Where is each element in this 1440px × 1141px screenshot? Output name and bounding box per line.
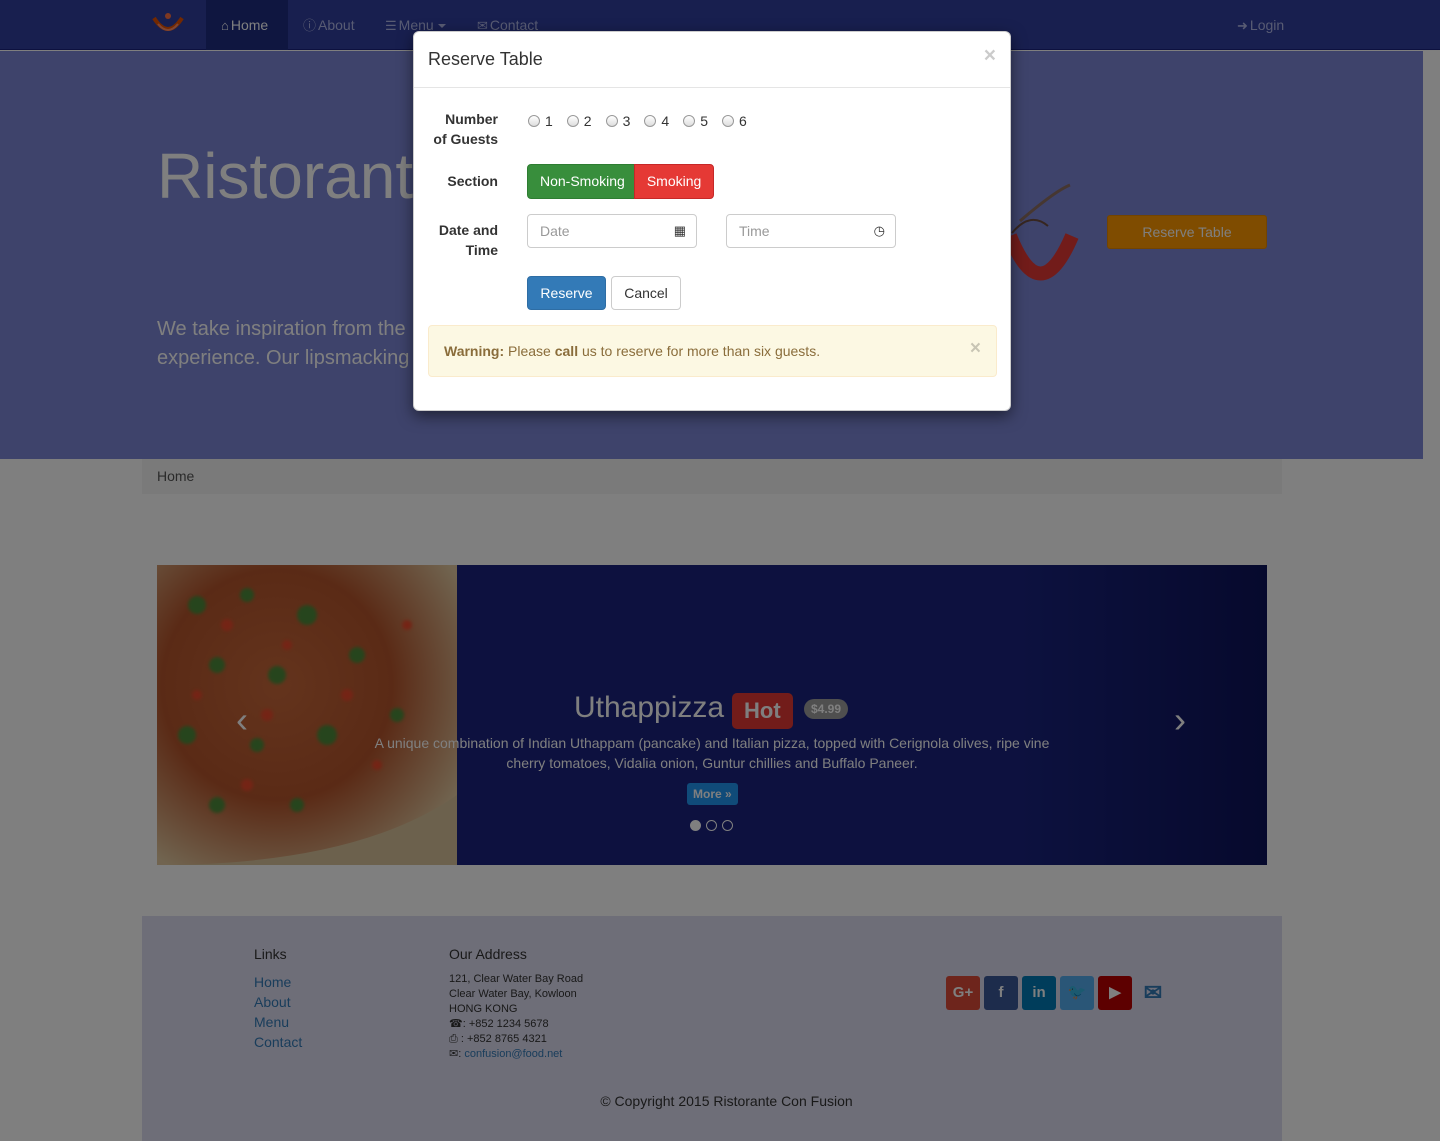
guests-label-line1: Number [445, 111, 498, 127]
section-label: Section [447, 173, 498, 189]
smoking-button[interactable]: Smoking [633, 164, 715, 199]
guest-option-label: 6 [738, 113, 747, 129]
warning-call: call [554, 343, 579, 359]
guest-radio-6[interactable]: 6 [721, 111, 747, 131]
guests-label: Number of Guests [414, 109, 498, 149]
guest-radio-4[interactable]: 4 [644, 111, 669, 131]
datetime-label-line2: Time [465, 242, 498, 258]
guest-option-label: 4 [661, 113, 670, 129]
guest-radio-2[interactable]: 2 [566, 111, 592, 131]
radio-circle[interactable] [683, 115, 696, 127]
guest-radio-5[interactable]: 5 [683, 111, 708, 131]
guests-label-line2: of Guests [433, 131, 498, 147]
calendar-icon[interactable]: ▦ [674, 215, 686, 247]
close-icon[interactable]: × [984, 44, 996, 68]
warning-strong: Warning: [444, 343, 505, 359]
radio-circle[interactable] [605, 115, 618, 127]
clock-icon[interactable]: ◷ [874, 215, 885, 247]
radio-circle[interactable] [721, 115, 734, 127]
date-input[interactable]: Date ▦ [527, 214, 697, 248]
guest-radio-1[interactable]: 1 [528, 111, 553, 131]
time-placeholder: Time [739, 223, 770, 239]
warning-alert: Warning: Please call us to reserve for m… [428, 325, 997, 377]
datetime-label-line1: Date and [438, 222, 498, 238]
guest-option-label: 2 [583, 113, 592, 129]
radio-circle[interactable] [566, 115, 579, 127]
modal-title: Reserve Table [428, 49, 543, 69]
section-toggle-group: Non-Smoking Smoking [527, 164, 715, 199]
cancel-button[interactable]: Cancel [611, 276, 681, 310]
modal-header: Reserve Table × [414, 32, 1010, 88]
warning-text-post: us to reserve for more than six guests. [578, 343, 821, 359]
radio-circle[interactable] [528, 115, 540, 127]
alert-close-icon[interactable]: × [970, 326, 981, 372]
reserve-button[interactable]: Reserve [527, 276, 606, 310]
guest-option-label: 5 [700, 113, 708, 129]
datetime-label: Date and Time [414, 220, 498, 260]
warning-text-pre: Please [504, 343, 555, 359]
non-smoking-button[interactable]: Non-Smoking [527, 164, 638, 199]
guest-option-label: 1 [545, 113, 553, 129]
reserve-table-modal: Reserve Table × Number of Guests 123456 … [413, 31, 1011, 411]
date-placeholder: Date [540, 223, 570, 239]
guest-option-label: 3 [622, 113, 631, 129]
time-input[interactable]: Time ◷ [726, 214, 896, 248]
radio-circle[interactable] [644, 115, 657, 127]
guest-count-radios: 1 2 3 4 5 6 [528, 111, 761, 131]
guest-radio-3[interactable]: 3 [605, 111, 631, 131]
